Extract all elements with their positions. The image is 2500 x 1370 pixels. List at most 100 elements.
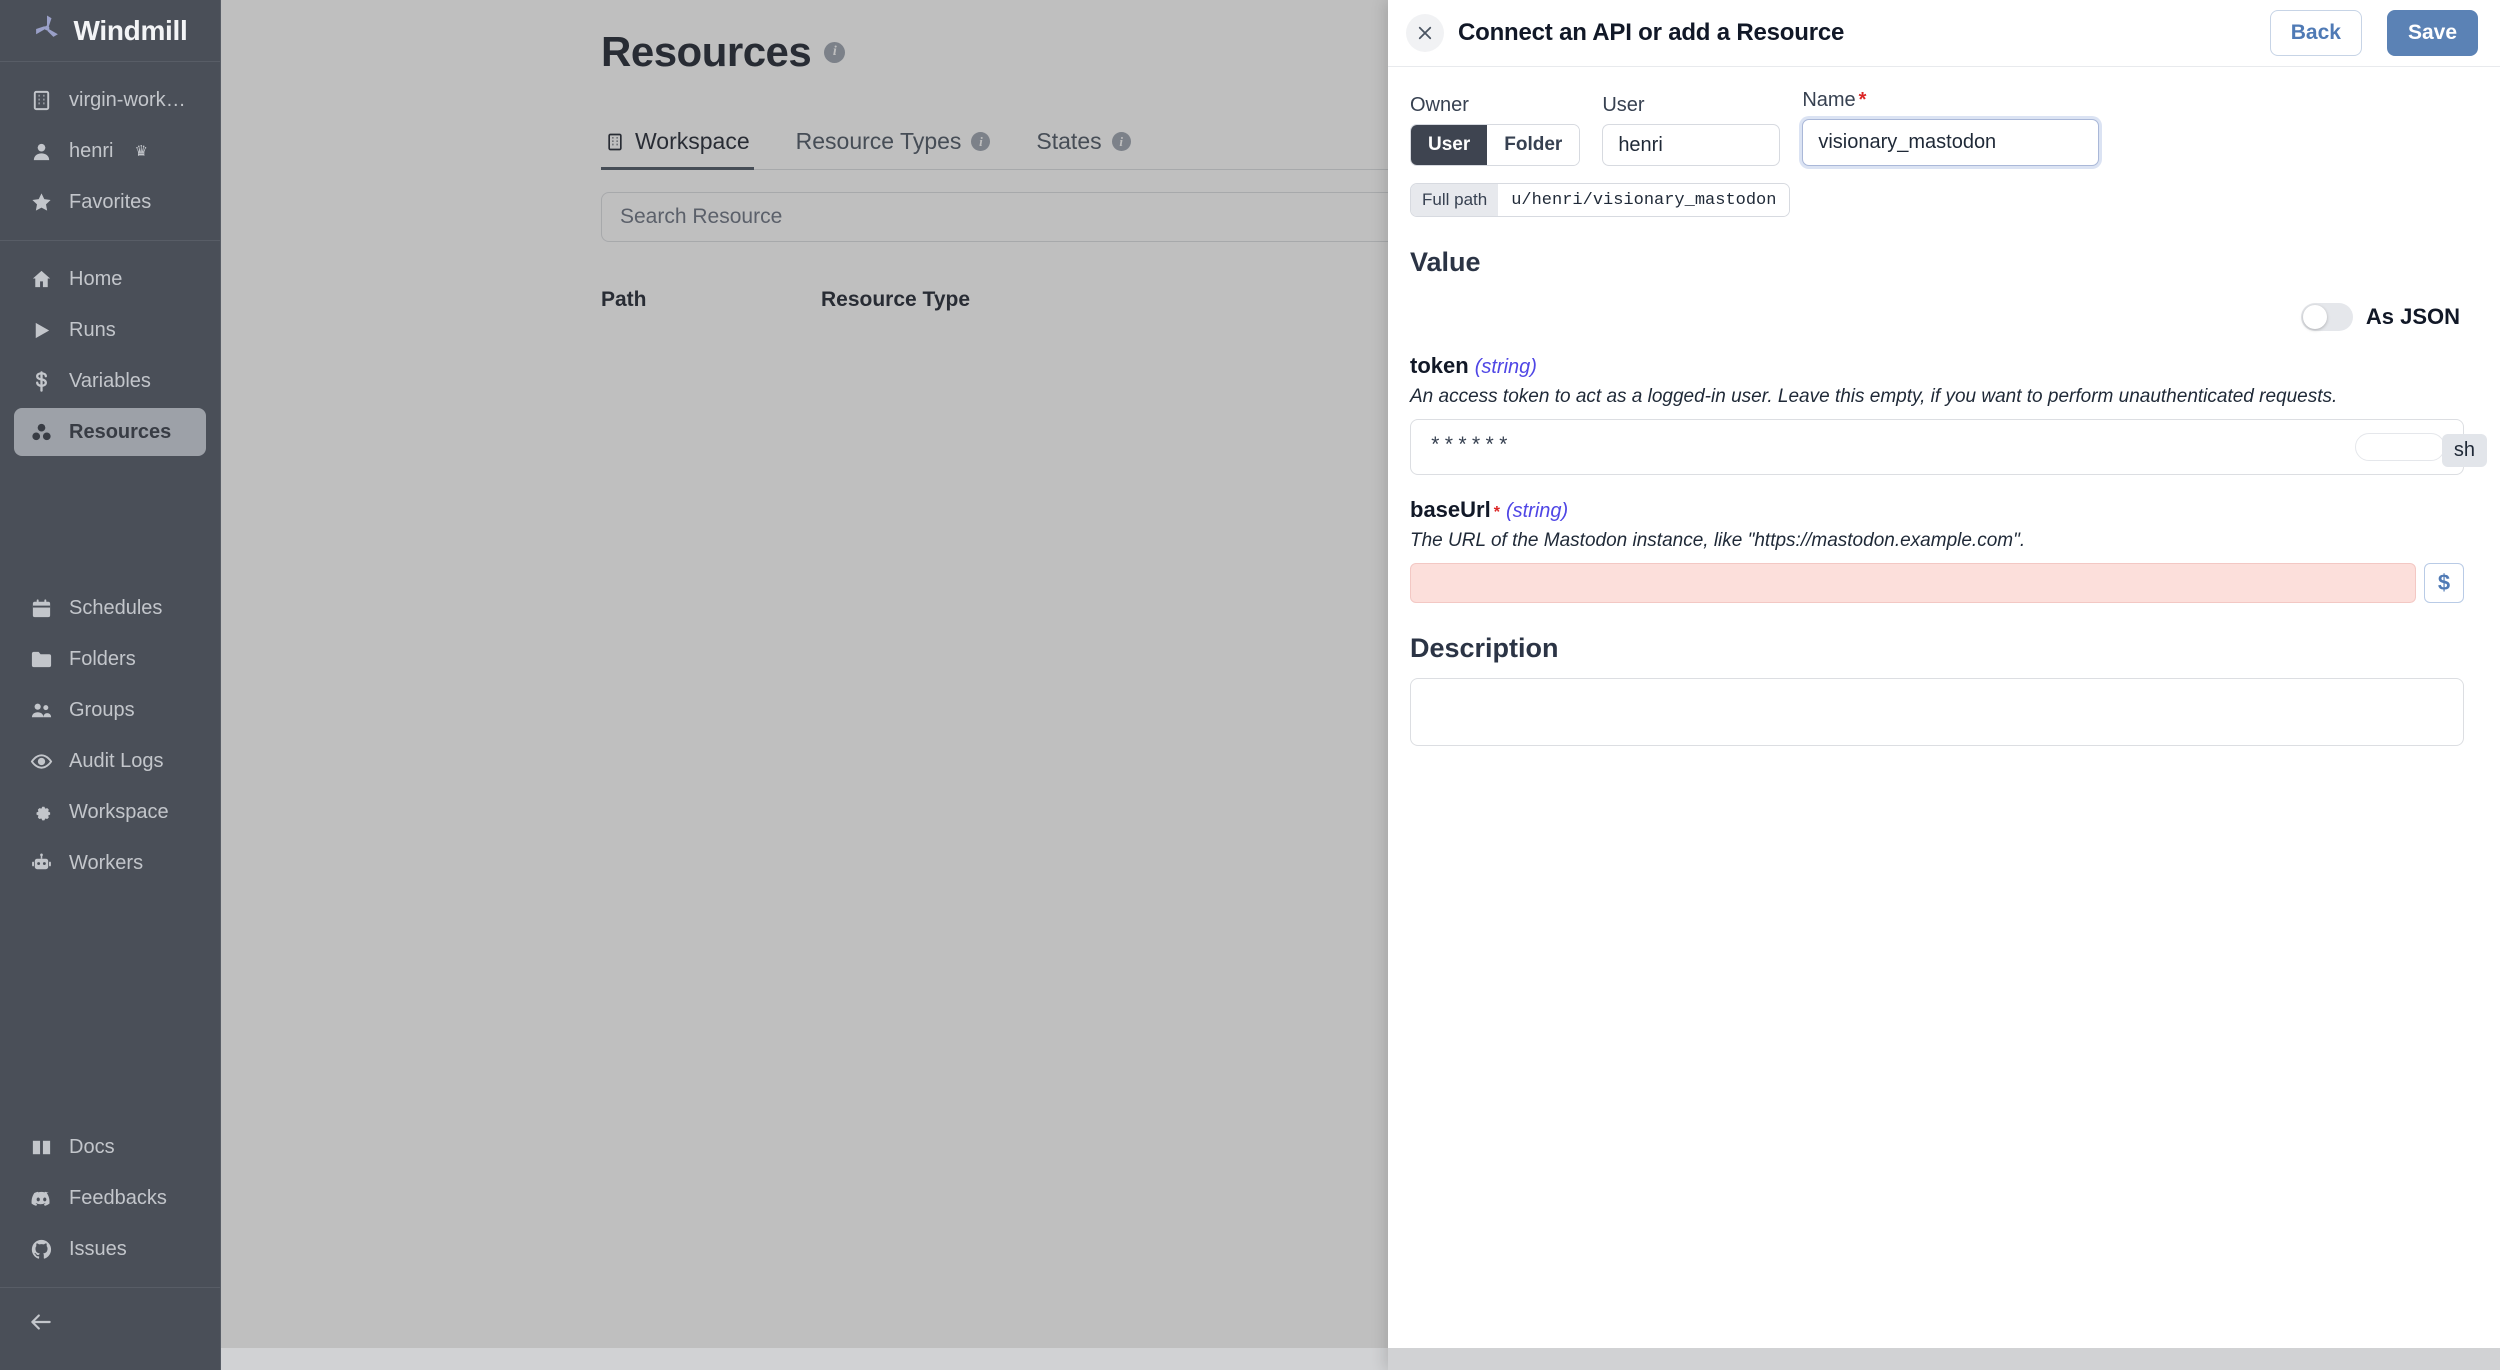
as-json-label: As JSON	[2366, 304, 2460, 330]
dollar-icon	[28, 368, 54, 394]
field-baseurl-type: (string)	[1506, 500, 1568, 522]
brand-logo[interactable]: Windmill	[0, 0, 220, 62]
token-masked-value: ******	[1429, 436, 1511, 459]
sidebar-item-workers[interactable]: Workers	[14, 839, 206, 887]
robot-icon	[28, 850, 54, 876]
sidebar-footer	[0, 1287, 220, 1370]
sidebar-runs-label: Runs	[69, 319, 116, 342]
field-token-name: token	[1410, 353, 1469, 378]
sidebar-item-variables[interactable]: Variables	[14, 357, 206, 405]
name-label-text: Name	[1802, 89, 1855, 111]
sidebar-nav-section: Home Runs Variables	[0, 241, 220, 470]
book-icon	[28, 1134, 54, 1160]
building-icon	[28, 87, 54, 113]
name-label: Name*	[1802, 89, 2464, 112]
sidebar-home-label: Home	[69, 268, 122, 291]
field-baseurl-description: The URL of the Mastodon instance, like "…	[1410, 530, 2464, 552]
brand-name: Windmill	[73, 15, 187, 47]
description-textarea[interactable]	[1410, 678, 2464, 746]
blocks-icon	[28, 419, 54, 445]
sidebar-favorites-label: Favorites	[69, 191, 151, 214]
sidebar: Windmill virgin-worksp...	[0, 0, 221, 1370]
close-icon[interactable]	[1406, 14, 1444, 52]
drawer-title: Connect an API or add a Resource	[1458, 19, 1844, 47]
sidebar-item-feedbacks[interactable]: Feedbacks	[14, 1174, 206, 1222]
name-input[interactable]	[1802, 119, 2099, 166]
field-token-control: ****** sh	[1410, 419, 2464, 475]
sidebar-item-folders[interactable]: Folders	[14, 635, 206, 683]
owner-row: Owner User Folder User Name*	[1410, 89, 2464, 166]
sidebar-admin-section: Schedules Folders Groups Audit Logs	[0, 570, 220, 901]
field-baseurl-name: baseUrl	[1410, 497, 1491, 522]
sidebar-item-groups[interactable]: Groups	[14, 686, 206, 734]
field-token-description: An access token to act as a logged-in us…	[1410, 386, 2464, 408]
sidebar-workspace-settings-label: Workspace	[69, 801, 169, 824]
as-json-toggle[interactable]	[2301, 303, 2353, 331]
sidebar-resources-label: Resources	[69, 421, 171, 444]
sidebar-context-section: virgin-worksp... henri ♛ Favo	[0, 62, 220, 241]
full-path-label: Full path	[1411, 184, 1498, 216]
as-json-row: As JSON	[1410, 303, 2464, 331]
sidebar-item-schedules[interactable]: Schedules	[14, 584, 206, 632]
sidebar-docs-label: Docs	[69, 1136, 115, 1159]
token-password-input[interactable]: ****** sh	[1410, 419, 2464, 475]
sidebar-audit-logs-label: Audit Logs	[69, 750, 164, 773]
sidebar-item-audit-logs[interactable]: Audit Logs	[14, 737, 206, 785]
eye-icon	[28, 748, 54, 774]
user-input[interactable]	[1602, 124, 1780, 166]
field-token-header: token(string)	[1410, 353, 2464, 379]
full-path-value: u/henri/visionary_mastodon	[1498, 184, 1789, 216]
sidebar-item-workspace-switcher[interactable]: virgin-worksp...	[14, 76, 206, 124]
drawer-header: Connect an API or add a Resource Back Sa…	[1388, 0, 2500, 67]
discord-icon	[28, 1185, 54, 1211]
sidebar-item-runs[interactable]: Runs	[14, 306, 206, 354]
field-baseurl-control: $	[1410, 563, 2464, 603]
dollar-icon[interactable]: $	[2424, 563, 2464, 603]
owner-option-user[interactable]: User	[1411, 125, 1487, 165]
sidebar-item-docs[interactable]: Docs	[14, 1123, 206, 1171]
owner-field-group: Owner User Folder	[1410, 94, 1580, 166]
toggle-knob	[2303, 305, 2327, 329]
field-baseurl-header: baseUrl*(string)	[1410, 497, 2464, 523]
token-inline-pill[interactable]	[2355, 433, 2445, 461]
sidebar-workspace-label: virgin-worksp...	[69, 89, 192, 112]
calendar-icon	[28, 595, 54, 621]
play-icon	[28, 317, 54, 343]
sidebar-item-favorites[interactable]: Favorites	[14, 178, 206, 226]
full-path-chip: Full path u/henri/visionary_mastodon	[1410, 183, 1790, 217]
sidebar-schedules-label: Schedules	[69, 597, 162, 620]
name-field-group: Name*	[1802, 89, 2464, 166]
owner-label: Owner	[1410, 94, 1580, 117]
drawer-body: Owner User Folder User Name*	[1388, 67, 2500, 1370]
arrow-left-icon	[28, 1309, 54, 1340]
sidebar-variables-label: Variables	[69, 370, 151, 393]
sidebar-groups-label: Groups	[69, 699, 135, 722]
sidebar-item-resources[interactable]: Resources	[14, 408, 206, 456]
owner-segmented-control: User Folder	[1410, 124, 1580, 166]
resource-drawer: Connect an API or add a Resource Back Sa…	[1388, 0, 2500, 1370]
sidebar-collapse-button[interactable]	[0, 1300, 220, 1348]
sidebar-user-label: henri	[69, 140, 113, 163]
home-icon	[28, 266, 54, 292]
description-section-title: Description	[1410, 633, 2464, 664]
back-button[interactable]: Back	[2270, 10, 2362, 56]
github-icon	[28, 1236, 54, 1262]
sidebar-item-user[interactable]: henri ♛	[14, 127, 206, 175]
user-field-group: User	[1602, 94, 1780, 166]
sidebar-workers-label: Workers	[69, 852, 143, 875]
full-path-row: Full path u/henri/visionary_mastodon	[1410, 183, 2464, 217]
save-button[interactable]: Save	[2387, 10, 2478, 56]
show-tooltip[interactable]: sh	[2442, 434, 2487, 467]
sidebar-item-issues[interactable]: Issues	[14, 1225, 206, 1273]
folder-icon	[28, 646, 54, 672]
sidebar-item-workspace[interactable]: Workspace	[14, 788, 206, 836]
user-label: User	[1602, 94, 1780, 117]
baseurl-input[interactable]	[1410, 563, 2416, 603]
sidebar-feedbacks-label: Feedbacks	[69, 1187, 167, 1210]
owner-option-folder[interactable]: Folder	[1487, 125, 1579, 165]
field-token: token(string) An access token to act as …	[1410, 353, 2464, 475]
star-icon	[28, 189, 54, 215]
user-icon	[28, 138, 54, 164]
sidebar-item-home[interactable]: Home	[14, 255, 206, 303]
groups-icon	[28, 697, 54, 723]
